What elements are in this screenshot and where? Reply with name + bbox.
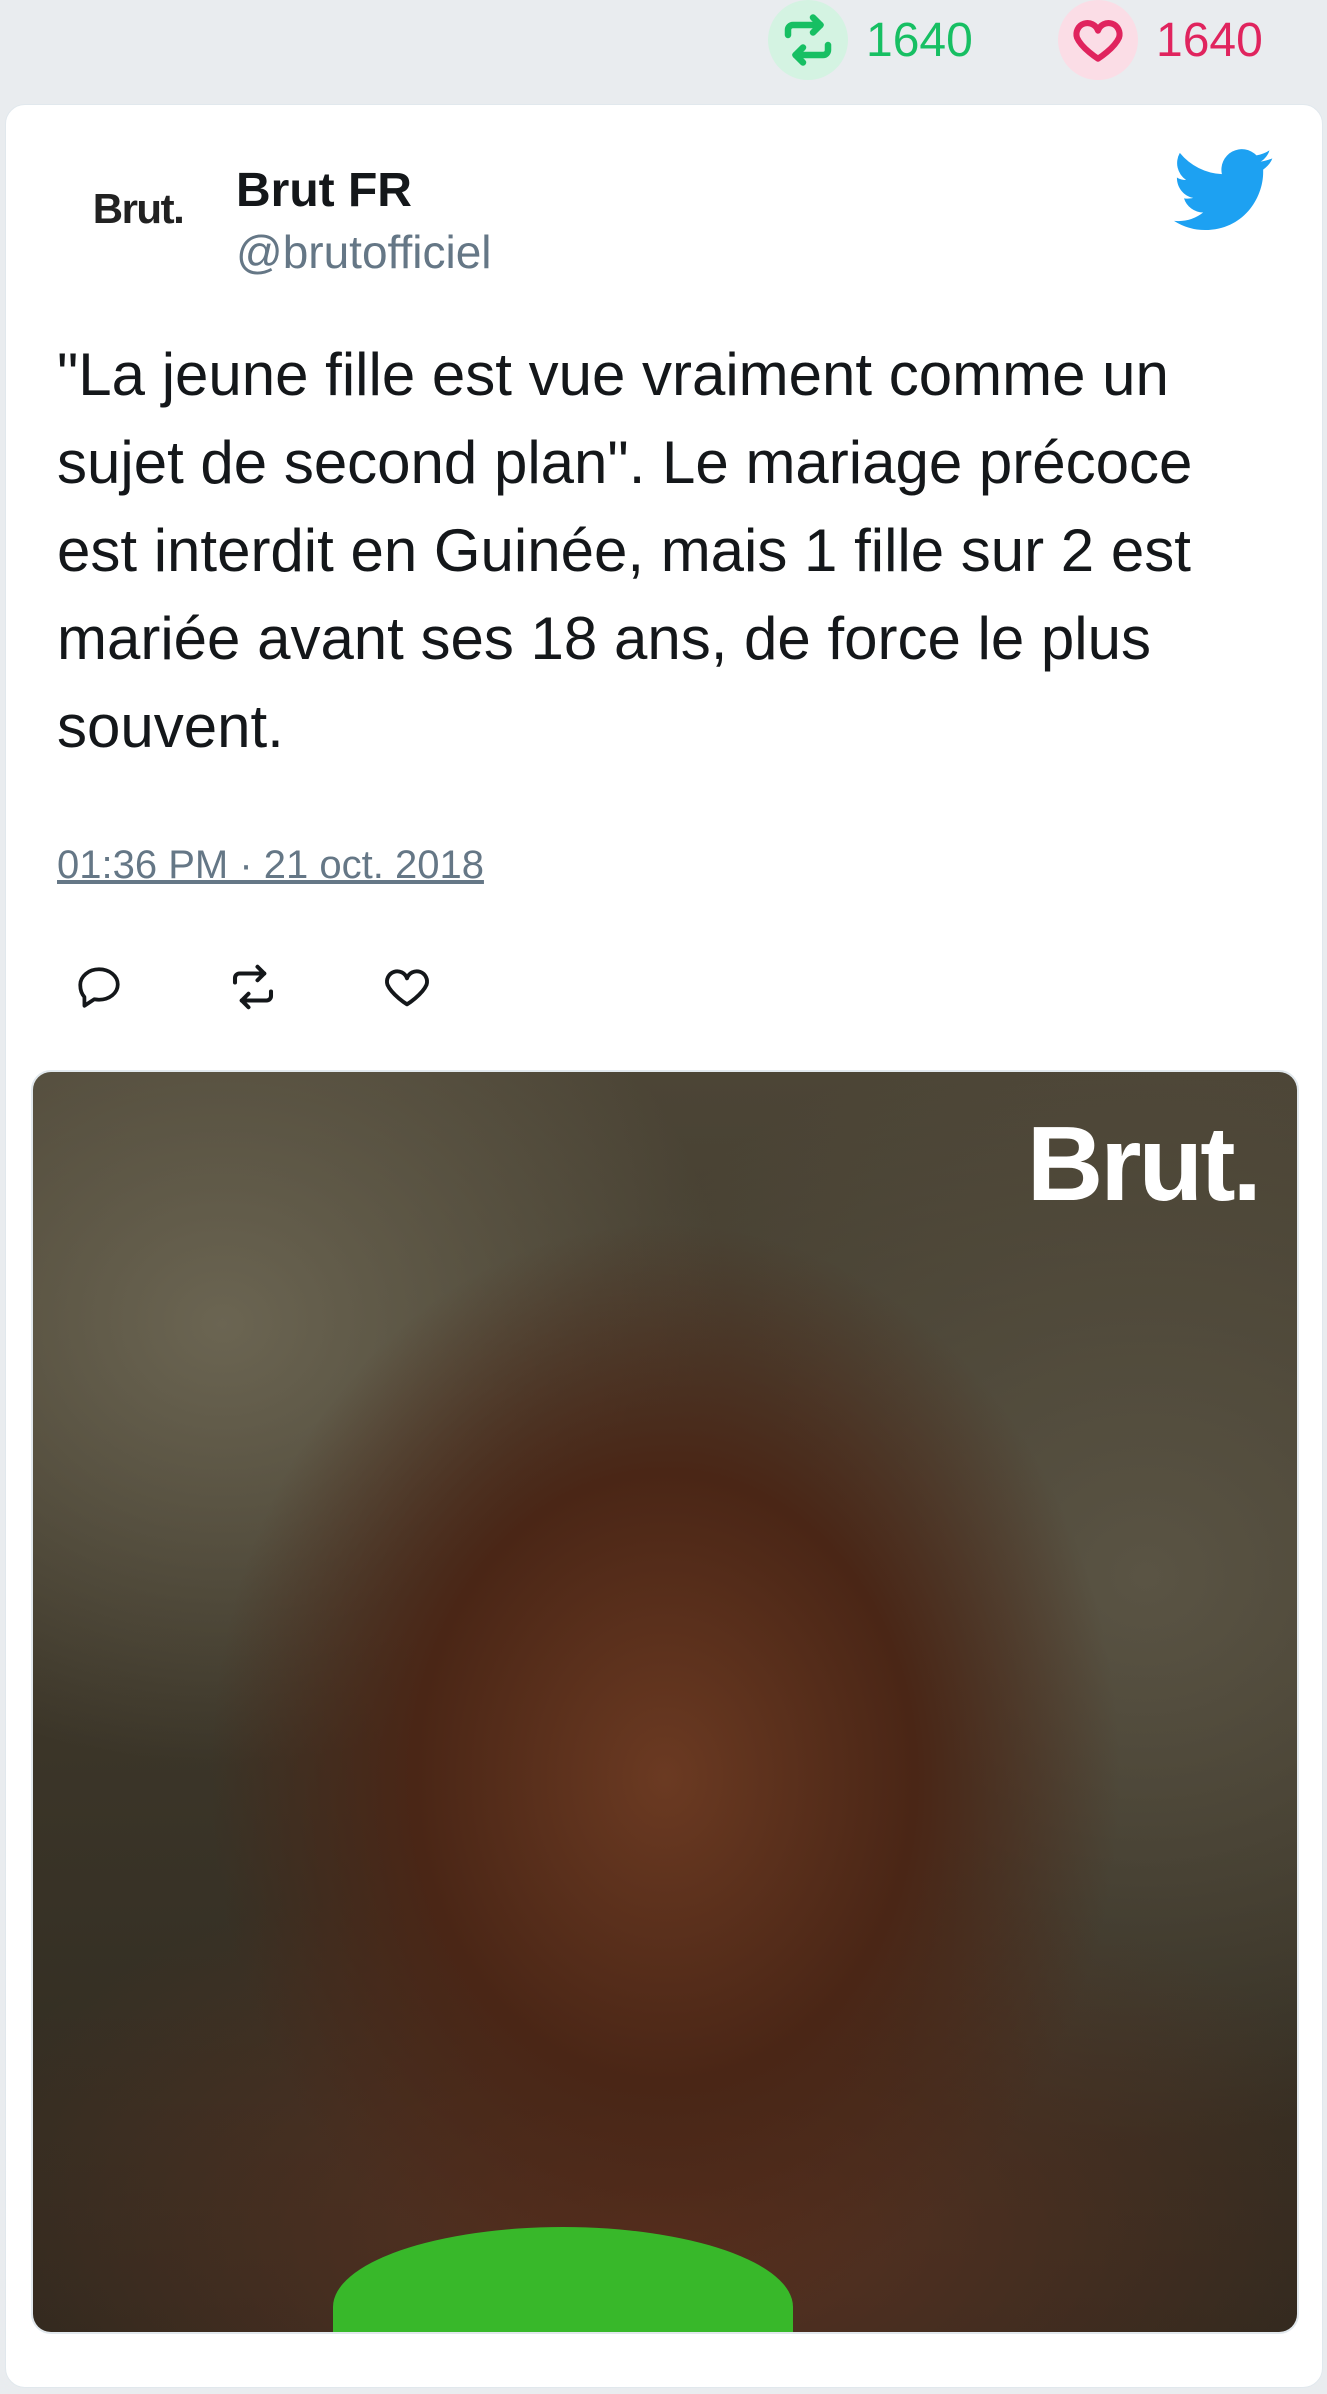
retweet-icon (768, 0, 848, 80)
reply-icon (78, 967, 120, 1008)
like-button[interactable] (380, 960, 434, 1014)
like-count-stat[interactable]: 1640 (1058, 0, 1263, 80)
avatar-logo-text: Brut. (92, 185, 185, 232)
retweet-button[interactable] (226, 960, 280, 1014)
author-handle[interactable]: @brutofficiel (236, 225, 492, 279)
tweet-media-image[interactable]: Brut. (31, 1070, 1299, 2334)
heart-icon (1058, 0, 1138, 80)
media-watermark-logo: Brut. (1026, 1105, 1262, 1223)
twitter-bird-icon[interactable] (1174, 145, 1274, 235)
photo-background (33, 1072, 1297, 2332)
tweet-actions (72, 960, 434, 1014)
retweet-count: 1640 (866, 13, 973, 67)
tweet-card: Brut. Brut FR @brutofficiel "La jeune fi… (5, 104, 1323, 2388)
tweet-text: "La jeune fille est vue vraiment comme u… (57, 341, 1193, 760)
tweet-timestamp-link[interactable]: 01:36 PM · 21 oct. 2018 (57, 843, 484, 888)
author-name[interactable]: Brut FR (236, 163, 412, 218)
retweet-count-stat[interactable]: 1640 (768, 0, 973, 80)
stats-bar: 1640 1640 (0, 0, 1327, 100)
reply-button[interactable] (72, 960, 126, 1014)
heart-icon (385, 969, 429, 1007)
like-count: 1640 (1156, 13, 1263, 67)
retweet-icon (232, 964, 274, 1010)
avatar[interactable]: Brut. (78, 149, 198, 269)
